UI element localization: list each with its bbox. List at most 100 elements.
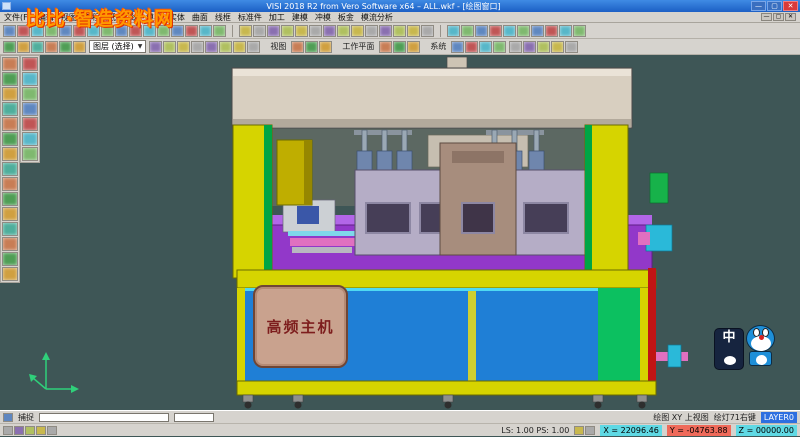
toolbar-icon[interactable] — [2, 177, 18, 191]
toolbar-icon[interactable] — [36, 426, 46, 435]
toolbar-icon[interactable] — [407, 25, 420, 37]
toolbar-icon[interactable] — [309, 25, 322, 37]
toolbar-icon[interactable] — [545, 25, 558, 37]
toolbar-icon[interactable] — [319, 41, 332, 53]
value-input[interactable] — [174, 413, 214, 422]
toolbar-icon[interactable] — [2, 87, 18, 101]
toolbar-icon[interactable] — [523, 41, 536, 53]
toolbar-icon[interactable] — [2, 267, 18, 281]
toolbar-icon[interactable] — [3, 426, 13, 435]
toolbar-icon[interactable] — [31, 41, 44, 53]
toolbar-icon[interactable] — [22, 117, 38, 131]
toolbar-icon[interactable] — [22, 102, 38, 116]
toolbar-icon[interactable] — [2, 117, 18, 131]
toolbar-icon[interactable] — [191, 41, 204, 53]
toolbar-icon[interactable] — [3, 41, 16, 53]
toolbar-icon[interactable] — [517, 25, 530, 37]
toolbar-icon[interactable] — [365, 25, 378, 37]
toolbar-icon[interactable] — [2, 237, 18, 251]
mdi-restore-button[interactable]: ▢ — [773, 13, 784, 21]
toolbar-icon[interactable] — [565, 41, 578, 53]
toolbar-icon[interactable] — [213, 25, 226, 37]
toolbar-icon[interactable] — [573, 25, 586, 37]
toolbar-icon[interactable] — [2, 72, 18, 86]
toolbar-icon[interactable] — [493, 41, 506, 53]
toolbar-icon[interactable] — [22, 72, 38, 86]
toolbar-icon[interactable] — [479, 41, 492, 53]
toolbar-icon[interactable] — [199, 25, 212, 37]
layer-dropdown[interactable]: 图层 (选择) ▼ — [89, 40, 146, 53]
toolbar-icon[interactable] — [17, 41, 30, 53]
toolbar-icon[interactable] — [489, 25, 502, 37]
toolbar-icon[interactable] — [2, 132, 18, 146]
menu-item[interactable]: 曲面 — [192, 12, 208, 23]
toolbar-icon[interactable] — [531, 25, 544, 37]
toolbar-icon[interactable] — [163, 41, 176, 53]
toolbar-icon[interactable] — [22, 57, 38, 71]
toolbar-icon[interactable] — [2, 252, 18, 266]
toolbar-icon[interactable] — [205, 41, 218, 53]
toolbar-icon[interactable] — [247, 41, 260, 53]
layer-indicator[interactable]: LAYER0 — [761, 412, 797, 423]
toolbar-icon[interactable] — [295, 25, 308, 37]
toolbar-icon[interactable] — [351, 25, 364, 37]
toolbar-icon[interactable] — [447, 25, 460, 37]
toolbar-icon[interactable] — [393, 41, 406, 53]
toolbar-icon[interactable] — [2, 102, 18, 116]
mdi-close-button[interactable]: ✕ — [785, 13, 796, 21]
toolbar-icon[interactable] — [503, 25, 516, 37]
menu-item[interactable]: 模流分析 — [361, 12, 393, 23]
toolbar-icon[interactable] — [475, 25, 488, 37]
toolbar-icon[interactable] — [22, 132, 38, 146]
toolbar-icon[interactable] — [2, 192, 18, 206]
toolbar-icon[interactable] — [233, 41, 246, 53]
menu-item[interactable]: 冲模 — [315, 12, 331, 23]
toolbar-icon[interactable] — [451, 41, 464, 53]
toolbar-icon[interactable] — [465, 41, 478, 53]
toolbar-icon[interactable] — [219, 41, 232, 53]
toolbar-icon[interactable] — [574, 426, 584, 435]
viewport-canvas[interactable]: 高频主机 中 — [0, 55, 800, 410]
toolbar-icon[interactable] — [149, 41, 162, 53]
toolbar-icon[interactable] — [509, 41, 522, 53]
toolbar-icon[interactable] — [2, 147, 18, 161]
toolbar-icon[interactable] — [14, 426, 24, 435]
toolbar-icon[interactable] — [2, 222, 18, 236]
toolbar-icon[interactable] — [2, 162, 18, 176]
menu-item[interactable]: 线框 — [215, 12, 231, 23]
mdi-minimize-button[interactable]: — — [761, 13, 772, 21]
command-input[interactable] — [39, 413, 169, 422]
toolbar-icon[interactable] — [537, 41, 550, 53]
toolbar-icon[interactable] — [177, 41, 190, 53]
maximize-button[interactable]: ▢ — [767, 1, 782, 11]
toolbar-icon[interactable] — [379, 25, 392, 37]
minimize-button[interactable]: — — [751, 1, 766, 11]
toolbar-icon[interactable] — [337, 25, 350, 37]
toolbar-icon[interactable] — [73, 41, 86, 53]
toolbar-icon[interactable] — [2, 57, 18, 71]
toolbar-icon[interactable] — [323, 25, 336, 37]
toolbar-icon[interactable] — [291, 41, 304, 53]
toolbar-icon[interactable] — [461, 25, 474, 37]
toolbar-icon[interactable] — [551, 41, 564, 53]
toolbar-icon[interactable] — [3, 25, 16, 37]
toolbar-icon[interactable] — [559, 25, 572, 37]
menu-item[interactable]: 板金 — [338, 12, 354, 23]
toolbar-icon[interactable] — [22, 147, 38, 161]
toolbar-icon[interactable] — [407, 41, 420, 53]
toolbar-icon[interactable] — [253, 25, 266, 37]
toolbar-icon[interactable] — [379, 41, 392, 53]
toolbar-icon[interactable] — [2, 207, 18, 221]
status-icon[interactable] — [3, 413, 13, 422]
toolbar-icon[interactable] — [393, 25, 406, 37]
toolbar-icon[interactable] — [47, 426, 57, 435]
toolbar-icon[interactable] — [239, 25, 252, 37]
toolbar-icon[interactable] — [25, 426, 35, 435]
close-button[interactable]: ✕ — [783, 1, 798, 11]
toolbar-icon[interactable] — [45, 41, 58, 53]
menu-item[interactable]: 加工 — [269, 12, 285, 23]
toolbar-icon[interactable] — [281, 25, 294, 37]
toolbar-icon[interactable] — [421, 25, 434, 37]
menu-item[interactable]: 建模 — [292, 12, 308, 23]
toolbar-icon[interactable] — [185, 25, 198, 37]
